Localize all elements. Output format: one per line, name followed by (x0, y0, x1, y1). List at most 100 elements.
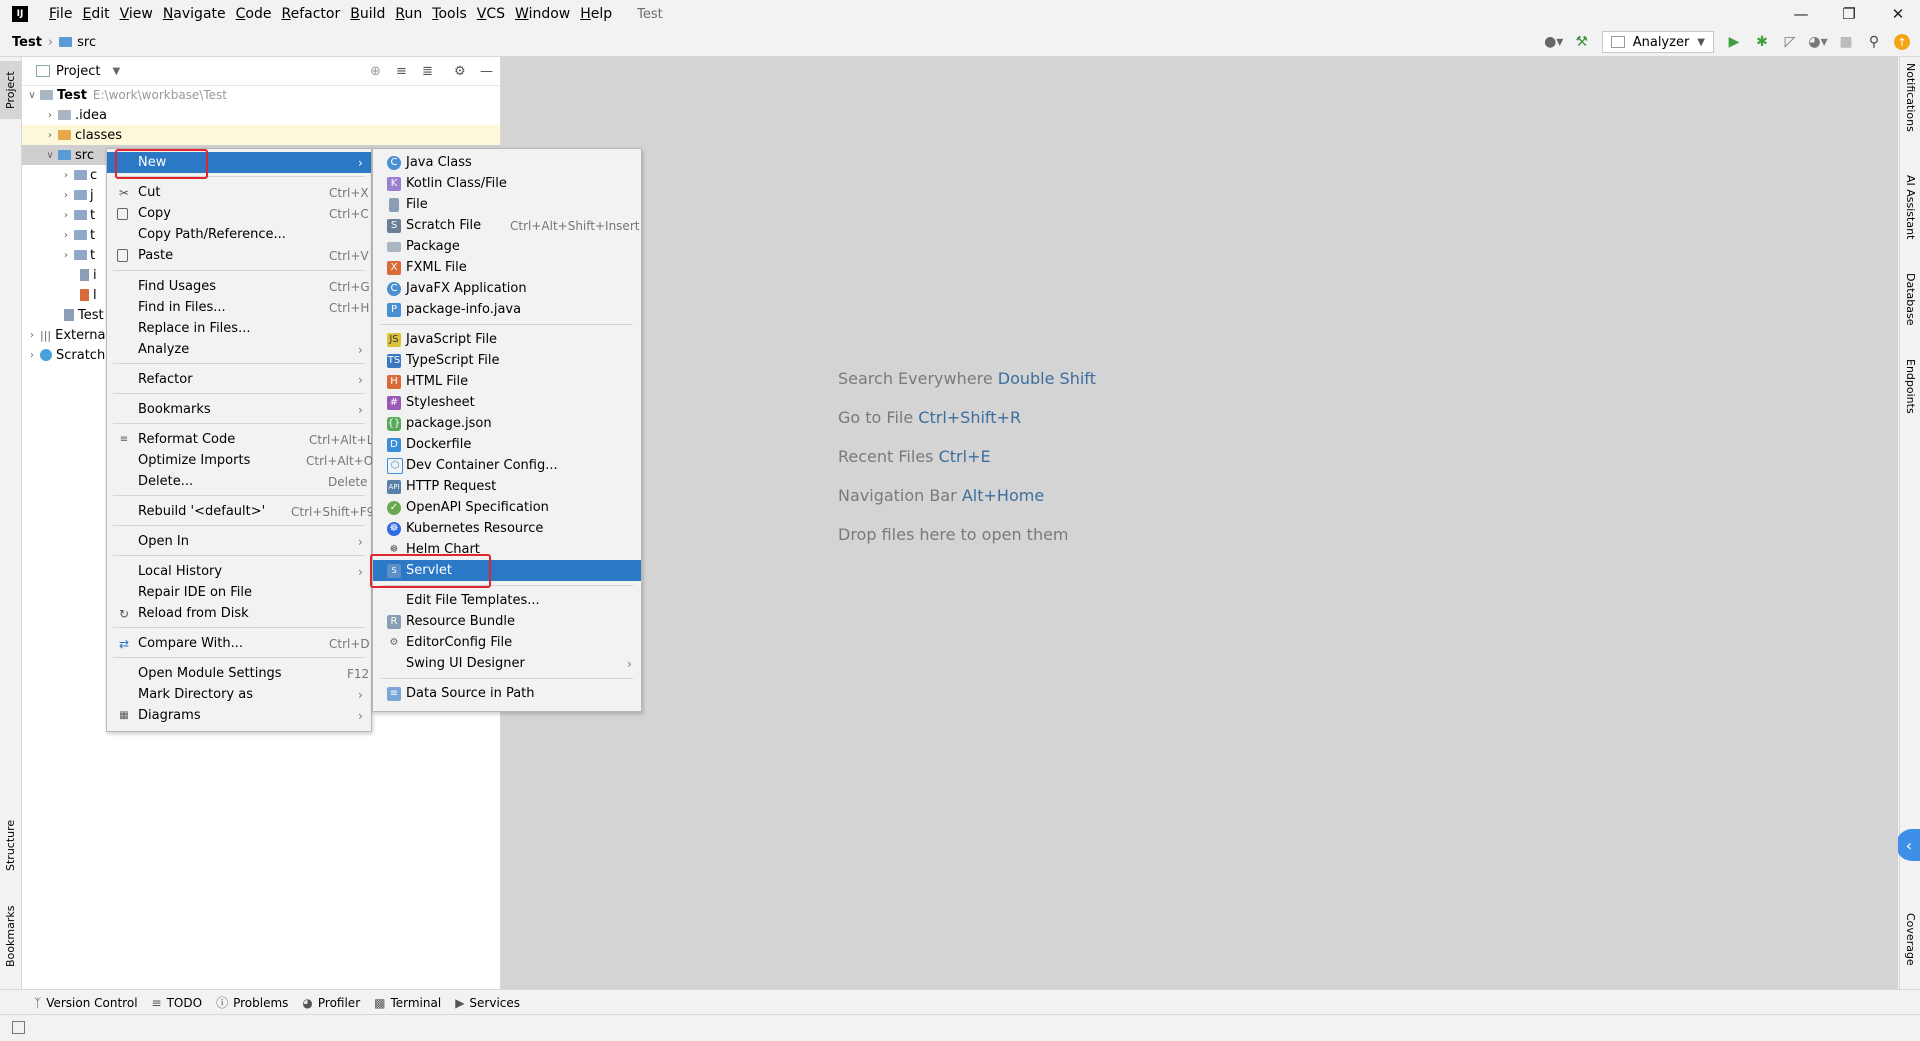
menu-item-paste[interactable]: Paste Ctrl+V (107, 245, 371, 266)
submenu-item-editorconfig[interactable]: ⚙ EditorConfig File (373, 632, 641, 653)
tree-item-test-file[interactable]: Test (64, 305, 104, 325)
tree-item-idea[interactable]: › .idea (42, 105, 500, 125)
menu-item-rebuild[interactable]: Rebuild '<default>' Ctrl+Shift+F9 (107, 501, 374, 522)
menu-file[interactable]: File (44, 6, 77, 22)
submenu-item-swing-ui[interactable]: Swing UI Designer › (373, 653, 641, 674)
debug-icon[interactable]: ✱ (1754, 34, 1770, 50)
endpoints-tool-tab[interactable]: Endpoints (1900, 359, 1920, 429)
menu-item-mark-directory[interactable]: Mark Directory as › (107, 684, 371, 705)
maximize-icon[interactable]: ❐ (1834, 4, 1864, 24)
tree-item-external-libraries[interactable]: › ||| Externa (24, 325, 105, 345)
menu-item-compare-with[interactable]: ⇄ Compare With... Ctrl+D (107, 633, 371, 654)
gear-icon[interactable]: ⚙ (454, 64, 466, 79)
tree-item-classes[interactable]: › classes (22, 125, 500, 145)
menu-edit[interactable]: Edit (77, 6, 114, 22)
project-view-title[interactable]: Project (56, 64, 100, 79)
run-icon[interactable]: ▶ (1726, 34, 1742, 50)
submenu-item-kotlin[interactable]: K Kotlin Class/File (373, 173, 641, 194)
tab-terminal[interactable]: ▩ Terminal (374, 996, 441, 1010)
tree-item[interactable]: › t (58, 245, 95, 265)
submenu-item-openapi[interactable]: ✓ OpenAPI Specification (373, 497, 641, 518)
menu-vcs[interactable]: VCS (472, 6, 510, 22)
submenu-item-resource-bundle[interactable]: R Resource Bundle (373, 611, 641, 632)
menu-run[interactable]: Run (390, 6, 427, 22)
tree-item[interactable]: i (80, 265, 97, 285)
tree-item-scratches[interactable]: › Scratch (24, 345, 105, 365)
menu-item-find-usages[interactable]: Find Usages Ctrl+G (107, 276, 371, 297)
menu-item-local-history[interactable]: Local History › (107, 561, 371, 582)
menu-item-replace-in-files[interactable]: Replace in Files... (107, 318, 371, 339)
submenu-item-kubernetes[interactable]: ☸ Kubernetes Resource (373, 518, 641, 539)
tab-todo[interactable]: ≡ TODO (152, 996, 203, 1010)
tree-item[interactable]: l (80, 285, 97, 305)
menu-refactor[interactable]: Refactor (276, 6, 345, 22)
ai-assistant-tool-tab[interactable]: AI Assistant (1900, 175, 1920, 255)
build-hammer-icon[interactable]: ⚒ (1574, 34, 1590, 50)
menu-item-diagrams[interactable]: ▦ Diagrams › (107, 705, 371, 726)
menu-item-reformat-code[interactable]: ≡ Reformat Code Ctrl+Alt+L (107, 429, 374, 450)
database-tool-tab[interactable]: Database (1900, 273, 1920, 339)
menu-item-copy-path[interactable]: Copy Path/Reference... (107, 224, 371, 245)
tab-problems[interactable]: ⓘ Problems (216, 994, 288, 1011)
menu-item-cut[interactable]: ✂ Cut Ctrl+X (107, 182, 371, 203)
submenu-item-html[interactable]: H HTML File (373, 371, 641, 392)
submenu-item-file[interactable]: File (373, 194, 641, 215)
menu-item-repair-ide[interactable]: Repair IDE on File (107, 582, 371, 603)
menu-tools[interactable]: Tools (427, 6, 472, 22)
submenu-item-data-source[interactable]: ≡ Data Source in Path (373, 683, 641, 704)
tree-item[interactable]: › t (58, 205, 95, 225)
menu-code[interactable]: Code (231, 6, 277, 22)
notifications-tool-tab[interactable]: Notifications (1900, 63, 1920, 163)
menu-item-bookmarks[interactable]: Bookmarks › (107, 399, 371, 420)
tree-item[interactable]: › t (58, 225, 95, 245)
stop-icon[interactable]: ■ (1838, 34, 1854, 50)
submenu-item-java-class[interactable]: C Java Class (373, 152, 641, 173)
submenu-item-package-info[interactable]: Ppackage-info.java (373, 299, 641, 320)
menu-build[interactable]: Build (345, 6, 390, 22)
menu-window[interactable]: Window (510, 6, 575, 22)
breadcrumb-project[interactable]: Test (12, 35, 42, 50)
tab-profiler[interactable]: ◕ Profiler (302, 996, 360, 1010)
submenu-item-dev-container[interactable]: ⬡ Dev Container Config... (373, 455, 641, 476)
project-tool-tab[interactable]: Project (0, 61, 21, 119)
expand-all-icon[interactable]: ≡ (396, 64, 407, 79)
tree-root[interactable]: ∨ Test E:\work\workbase\Test (24, 85, 500, 105)
locate-icon[interactable]: ⊕ (370, 64, 381, 79)
profile-icon[interactable]: ◕▾ (1808, 34, 1827, 50)
submenu-item-typescript[interactable]: TS TypeScript File (373, 350, 641, 371)
structure-tool-tab[interactable]: Structure (0, 811, 21, 879)
tab-version-control[interactable]: ᛉ Version Control (34, 996, 138, 1010)
menu-help[interactable]: Help (575, 6, 617, 22)
menu-item-open-in[interactable]: Open In › (107, 531, 371, 552)
collapse-all-icon[interactable]: ≣ (422, 64, 433, 79)
submenu-item-stylesheet[interactable]: # Stylesheet (373, 392, 641, 413)
menu-item-optimize-imports[interactable]: Optimize Imports Ctrl+Alt+O (107, 450, 373, 471)
minimize-icon[interactable]: — (1786, 4, 1816, 24)
menu-navigate[interactable]: Navigate (158, 6, 231, 22)
submenu-item-fxml[interactable]: X FXML File (373, 257, 641, 278)
submenu-item-package[interactable]: Package (373, 236, 641, 257)
menu-item-delete[interactable]: Delete... Delete (107, 471, 371, 492)
menu-item-analyze[interactable]: Analyze › (107, 339, 371, 360)
search-icon[interactable]: ⚲ (1866, 34, 1882, 50)
coverage-run-icon[interactable]: ◸ (1782, 34, 1798, 50)
user-icon[interactable]: ●▾ (1544, 34, 1563, 50)
submenu-item-javascript[interactable]: JS JavaScript File (373, 329, 641, 350)
tree-item[interactable]: › j (58, 185, 94, 205)
submenu-item-javafx[interactable]: C JavaFX Application (373, 278, 641, 299)
submenu-item-edit-templates[interactable]: Edit File Templates... (373, 590, 641, 611)
menu-item-module-settings[interactable]: Open Module Settings F12 (107, 663, 371, 684)
chevron-down-icon[interactable]: ▼ (112, 66, 120, 77)
menu-item-find-in-files[interactable]: Find in Files... Ctrl+H (107, 297, 371, 318)
tab-services[interactable]: ▶ Services (455, 996, 520, 1010)
submenu-item-package-json[interactable]: {} package.json (373, 413, 641, 434)
close-icon[interactable]: ✕ (1883, 4, 1913, 24)
coverage-tool-tab[interactable]: Coverage (1900, 913, 1920, 977)
editor-area[interactable]: Search Everywhere Double Shift Go to Fil… (501, 57, 1898, 989)
menu-view[interactable]: View (115, 6, 158, 22)
run-configuration-select[interactable]: Analyzer ▼ (1601, 31, 1714, 53)
submenu-item-scratch-file[interactable]: S Scratch File Ctrl+Alt+Shift+Insert (373, 215, 641, 236)
hide-icon[interactable]: — (480, 64, 493, 79)
update-icon[interactable]: ↑ (1894, 34, 1910, 50)
submenu-item-http-request[interactable]: API HTTP Request (373, 476, 641, 497)
